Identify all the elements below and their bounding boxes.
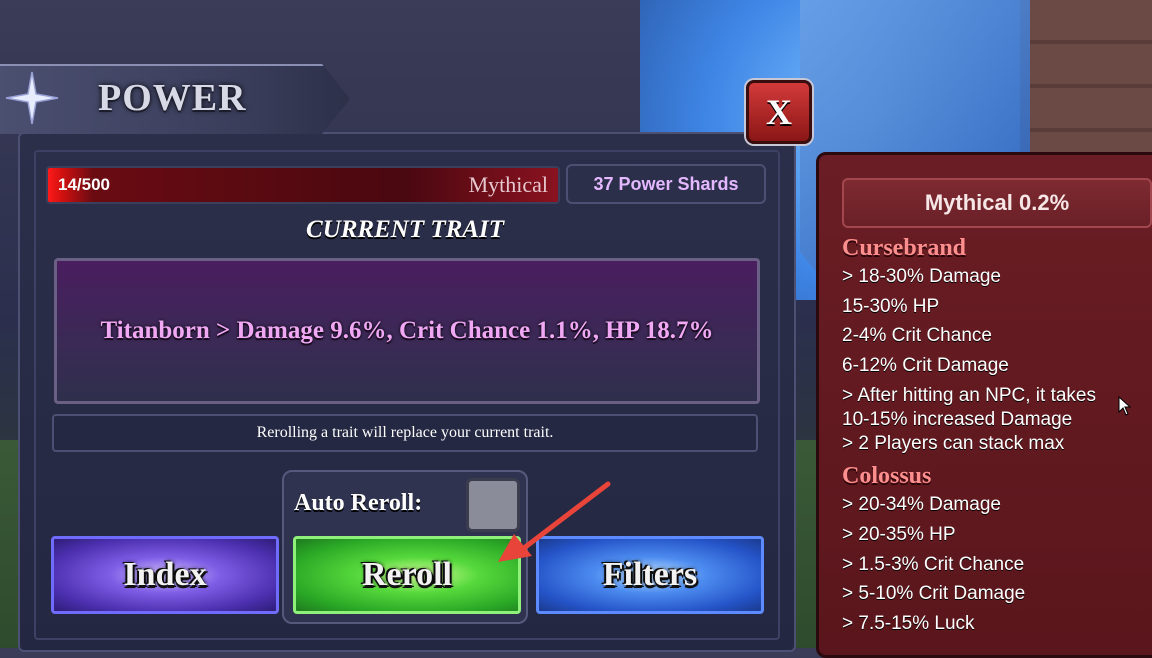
close-button[interactable]: X [746,80,812,144]
power-shards-counter: 37 Power Shards [566,164,766,204]
pity-progress-rarity: Mythical [468,172,548,197]
current-trait-heading: CURRENT TRAIT [306,216,504,243]
index-button[interactable]: Index [51,536,279,614]
pity-progress-count: 14/500 [58,175,110,194]
trait-name: Colossus [842,463,932,490]
current-trait-text: Titanborn > Damage 9.6%, Crit Chance 1.1… [100,317,714,344]
trait-stat-line: 15-30% HP [842,295,940,317]
trait-stat-line: > 2 Players can stack max [842,433,1065,455]
star-icon [5,71,59,125]
trait-stat-line: > After hitting an NPC, it takes [842,385,1096,407]
trait-stat-line: > 18-30% Damage [842,266,1001,287]
trait-stat-line: > 1.5-3% Crit Chance [842,553,1025,575]
reroll-button[interactable]: Reroll [293,536,521,614]
trait-info-header: Mythical 0.2% [842,178,1152,228]
trait-stat-line: 2-4% Crit Chance [842,325,992,347]
trait-name: Cursebrand [842,235,967,261]
current-trait-box: Titanborn > Damage 9.6%, Crit Chance 1.1… [54,258,760,404]
trait-stat-line: 10-15% increased Damage [842,409,1073,431]
reroll-warning: Rerolling a trait will replace your curr… [52,414,758,452]
trait-info-list: Cursebrand > 18-30% Damage 15-30% HP 2-4… [842,234,1142,638]
trait-stat-line: > 20-35% HP [842,523,956,545]
red-arrow-icon [498,481,611,562]
trait-stat-line: 6-12% Crit Damage [842,354,1009,376]
trait-stat-line: > 20-34% Damage [842,494,1001,516]
pity-progress-bar: 14/500 Mythical [46,166,560,204]
trait-stat-line: > 5-10% Crit Damage [842,583,1026,605]
page-title: POWER [98,77,247,119]
mouse-cursor-icon [1118,396,1132,416]
trait-stat-line: > 7.5-15% Luck [842,612,975,634]
auto-reroll-label: Auto Reroll: [294,490,423,516]
